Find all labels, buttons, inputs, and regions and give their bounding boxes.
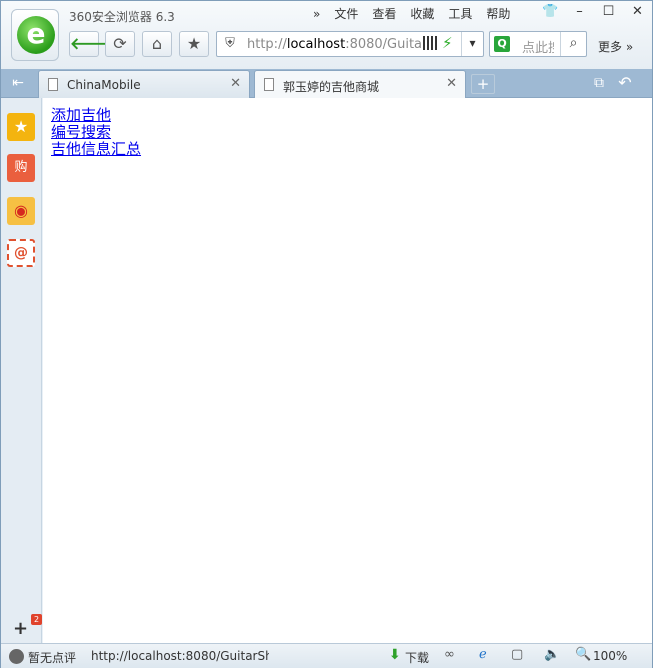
- rating-face-icon[interactable]: [9, 649, 24, 664]
- zoom-level[interactable]: 100%: [593, 649, 627, 663]
- mask-icon[interactable]: ∞: [444, 647, 455, 662]
- more-button[interactable]: 更多 »: [598, 38, 633, 55]
- menu-view[interactable]: 查看: [365, 5, 403, 23]
- star-icon: ★: [186, 34, 202, 53]
- zoom-icon[interactable]: 🔍: [575, 647, 591, 662]
- page-icon: [48, 78, 58, 91]
- favorite-button[interactable]: ★: [179, 31, 209, 57]
- title-toolbar-area: e 360安全浏览器 6.3 » 文件 查看 收藏 工具 帮助 👕 – ☐ ✕ …: [1, 1, 652, 69]
- url-host: localhost: [286, 37, 346, 52]
- tab-label: 郭玉婷的吉他商城: [283, 80, 380, 94]
- minimize-button[interactable]: –: [565, 1, 594, 25]
- browser-logo[interactable]: e: [11, 9, 59, 61]
- browser-logo-icon: e: [17, 16, 55, 54]
- window-controls: 👕 – ☐ ✕: [536, 1, 652, 25]
- lightning-icon[interactable]: ⚡: [442, 34, 453, 52]
- shield-icon[interactable]: ⛨: [221, 36, 239, 52]
- app-title: 360安全浏览器 6.3: [69, 10, 175, 24]
- tab-close-icon[interactable]: ✕: [446, 76, 457, 91]
- shopping-bag-icon[interactable]: 购: [7, 154, 35, 182]
- search-engine-icon[interactable]: Q: [494, 36, 510, 52]
- page-icon: [264, 78, 274, 91]
- link-guitar-summary[interactable]: 吉他信息汇总: [51, 141, 141, 158]
- menu-bar: » 文件 查看 收藏 工具 帮助: [306, 5, 517, 23]
- address-bar[interactable]: ⛨ http://localhost:8080/GuitarShop/index…: [216, 31, 484, 57]
- url-prefix: http://: [247, 37, 287, 52]
- download-icon[interactable]: ⬇: [389, 647, 401, 663]
- menu-chevron-icon[interactable]: »: [306, 5, 327, 23]
- tab-close-icon[interactable]: ✕: [230, 76, 241, 91]
- download-label[interactable]: 下载: [405, 649, 429, 666]
- refresh-icon: ⟳: [113, 34, 127, 53]
- skin-icon[interactable]: 👕: [536, 1, 565, 25]
- back-button[interactable]: 🡐: [69, 31, 113, 57]
- refresh-button[interactable]: ⟳: [105, 31, 135, 57]
- window-icon[interactable]: ▢: [511, 647, 523, 662]
- address-input[interactable]: http://localhost:8080/GuitarShop/index.j…: [247, 37, 423, 52]
- chevron-down-icon[interactable]: ▾: [461, 32, 483, 56]
- restore-tabs-icon[interactable]: ⧉: [589, 73, 609, 93]
- search-input[interactable]: 点此搜索: [522, 37, 554, 56]
- favorites-star-icon[interactable]: ★: [7, 113, 35, 141]
- home-icon: ⌂: [151, 34, 163, 53]
- close-button[interactable]: ✕: [623, 1, 652, 25]
- ie-icon[interactable]: ℯ: [479, 647, 487, 662]
- menu-help[interactable]: 帮助: [479, 5, 517, 23]
- status-bar: 暂无点评 http://localhost:8080/GuitarShop/in…: [1, 643, 652, 668]
- sound-icon[interactable]: 🔈: [544, 647, 560, 662]
- browser-window: e 360安全浏览器 6.3 » 文件 查看 收藏 工具 帮助 👕 – ☐ ✕ …: [0, 0, 653, 668]
- search-icon[interactable]: ⌕: [560, 32, 586, 56]
- tab-strip: ⇤ ChinaMobile ✕ 郭玉婷的吉他商城 ✕ + ⧉ ↶: [1, 69, 652, 98]
- link-add-guitar[interactable]: 添加吉他: [51, 107, 141, 124]
- home-button[interactable]: ⌂: [142, 31, 172, 57]
- add-sidebar-app-icon[interactable]: +: [13, 618, 28, 639]
- page-content: 添加吉他 编号搜索 吉他信息汇总: [43, 98, 652, 643]
- sidebar-toggle-icon[interactable]: ⇤: [7, 73, 29, 93]
- menu-favorites[interactable]: 收藏: [403, 5, 441, 23]
- rating-text[interactable]: 暂无点评: [28, 649, 76, 666]
- nav-links: 添加吉他 编号搜索 吉他信息汇总: [51, 107, 141, 158]
- new-tab-button[interactable]: +: [471, 74, 495, 94]
- tab-chinamobile[interactable]: ChinaMobile ✕: [38, 70, 250, 98]
- url-rest: :8080/GuitarShop/index.jsp: [345, 37, 423, 52]
- search-box[interactable]: Q 点此搜索 ⌕: [489, 31, 587, 57]
- qr-code-icon[interactable]: [423, 36, 437, 50]
- left-sidebar: ★ 购 ◉ @ + 2: [1, 98, 42, 643]
- link-search-by-id[interactable]: 编号搜索: [51, 124, 141, 141]
- status-url: http://localhost:8080/GuitarShop/index.j…: [91, 649, 269, 663]
- notification-badge: 2: [31, 614, 42, 625]
- tab-guitar-shop[interactable]: 郭玉婷的吉他商城 ✕: [254, 70, 466, 98]
- mail-icon[interactable]: @: [7, 239, 35, 267]
- menu-tools[interactable]: 工具: [441, 5, 479, 23]
- weibo-icon[interactable]: ◉: [7, 197, 35, 225]
- menu-file[interactable]: 文件: [327, 5, 365, 23]
- maximize-button[interactable]: ☐: [594, 1, 623, 25]
- undo-close-icon[interactable]: ↶: [615, 73, 635, 93]
- tab-label: ChinaMobile: [67, 78, 141, 92]
